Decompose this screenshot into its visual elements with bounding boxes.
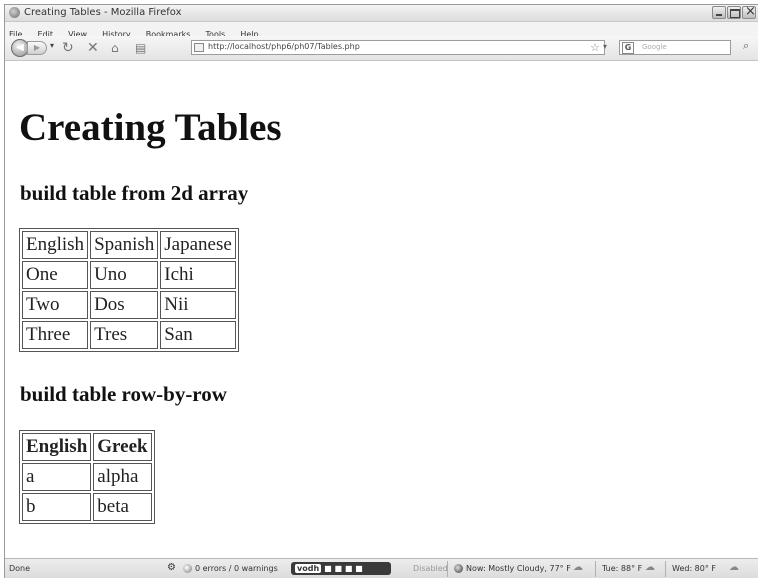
weather-tue[interactable]: Tue: 88° F: [602, 564, 642, 573]
section-heading-row-by-row: build table row-by-row: [20, 382, 227, 406]
vodh-label: vodh: [295, 564, 322, 573]
error-count: 0 errors / 0 warnings: [195, 564, 278, 573]
table-cell: a: [22, 463, 92, 491]
greek-table: English Greek a alpha b beta: [19, 430, 155, 524]
table-cell: b: [22, 493, 92, 521]
table-header-cell: English: [22, 433, 92, 461]
cloud-icon: ☁: [573, 562, 583, 573]
address-bar[interactable]: http://localhost/php6/ph07/Tables.php: [191, 40, 605, 55]
table-cell: San: [160, 321, 236, 349]
menu-bar: File Edit View History Bookmarks Tools H…: [5, 22, 758, 39]
status-bar: Done ⚙ 0 errors / 0 warnings vodh ■ ■ ■ ■…: [5, 558, 758, 578]
disabled-status: Disabled: [413, 564, 448, 573]
reload-icon[interactable]: ↻: [62, 40, 74, 56]
table-header-cell: Greek: [93, 433, 152, 461]
table-cell: Uno: [90, 261, 159, 289]
cloud-icon: ☁: [729, 562, 739, 573]
table-cell: Three: [22, 321, 89, 349]
status-divider: [447, 561, 448, 577]
table-row: Two Dos Nii: [22, 291, 236, 319]
url-dropdown-icon[interactable]: ▾: [603, 42, 607, 51]
table-row: English Spanish Japanese: [22, 231, 236, 259]
feed-icon[interactable]: ▤: [135, 40, 146, 56]
minimize-button[interactable]: [712, 6, 726, 19]
error-console-status[interactable]: 0 errors / 0 warnings: [183, 564, 278, 573]
table-row: One Uno Ichi: [22, 261, 236, 289]
search-placeholder: Google: [642, 43, 667, 51]
language-table: English Spanish Japanese One Uno Ichi Tw…: [19, 228, 239, 352]
globe-icon: [454, 564, 463, 573]
window-title: Creating Tables - Mozilla Firefox: [24, 7, 182, 18]
close-button[interactable]: [742, 5, 756, 19]
title-bar: Creating Tables - Mozilla Firefox: [5, 5, 758, 22]
weather-now[interactable]: Now: Mostly Cloudy, 77° F: [454, 564, 571, 573]
search-box[interactable]: G Google: [619, 40, 731, 55]
table-cell: English: [22, 231, 89, 259]
window-controls: [712, 5, 756, 19]
table-cell: Japanese: [160, 231, 236, 259]
status-text: Done: [9, 564, 31, 573]
weather-wed[interactable]: Wed: 80° F: [672, 564, 716, 573]
table-row: b beta: [22, 493, 152, 521]
stop-icon[interactable]: ✕: [87, 40, 99, 56]
forward-button[interactable]: ▶: [27, 41, 47, 55]
history-dropdown-icon[interactable]: ▾: [50, 41, 54, 50]
vodh-widget[interactable]: vodh ■ ■ ■ ■: [291, 562, 391, 575]
table-cell: Two: [22, 291, 89, 319]
status-divider: [595, 561, 596, 577]
weather-now-text: Now: Mostly Cloudy, 77° F: [466, 564, 571, 573]
url-text[interactable]: http://localhost/php6/ph07/Tables.php: [208, 42, 360, 51]
table-cell: Spanish: [90, 231, 159, 259]
browser-window: Creating Tables - Mozilla Firefox File E…: [4, 4, 758, 578]
table-cell: alpha: [93, 463, 152, 491]
site-identity-icon[interactable]: [194, 43, 204, 52]
firefox-icon: [9, 7, 20, 18]
cloud-icon: ☁: [645, 562, 655, 573]
table-header-row: English Greek: [22, 433, 152, 461]
table-cell: Dos: [90, 291, 159, 319]
table-cell: Nii: [160, 291, 236, 319]
table-cell: Ichi: [160, 261, 236, 289]
page-title: Creating Tables: [19, 106, 282, 149]
page-content: Creating Tables build table from 2d arra…: [5, 61, 758, 561]
section-heading-2d-array: build table from 2d array: [20, 181, 249, 205]
navigation-toolbar: ◀ ▶ ▾ ↻ ✕ ⌂ ▤ http://localhost/php6/ph07…: [5, 36, 758, 61]
clock-icon: [183, 564, 192, 573]
table-cell: Tres: [90, 321, 159, 349]
search-icon[interactable]: ⌕: [743, 39, 749, 53]
maximize-button[interactable]: [727, 6, 741, 19]
table-cell: beta: [93, 493, 152, 521]
table-cell: One: [22, 261, 89, 289]
bookmark-star-icon[interactable]: ☆: [590, 41, 600, 54]
status-divider: [665, 561, 666, 577]
table-row: a alpha: [22, 463, 152, 491]
addon-icon[interactable]: ⚙: [167, 562, 176, 573]
table-row: Three Tres San: [22, 321, 236, 349]
home-icon[interactable]: ⌂: [111, 40, 119, 56]
search-engine-icon[interactable]: G: [622, 42, 634, 54]
